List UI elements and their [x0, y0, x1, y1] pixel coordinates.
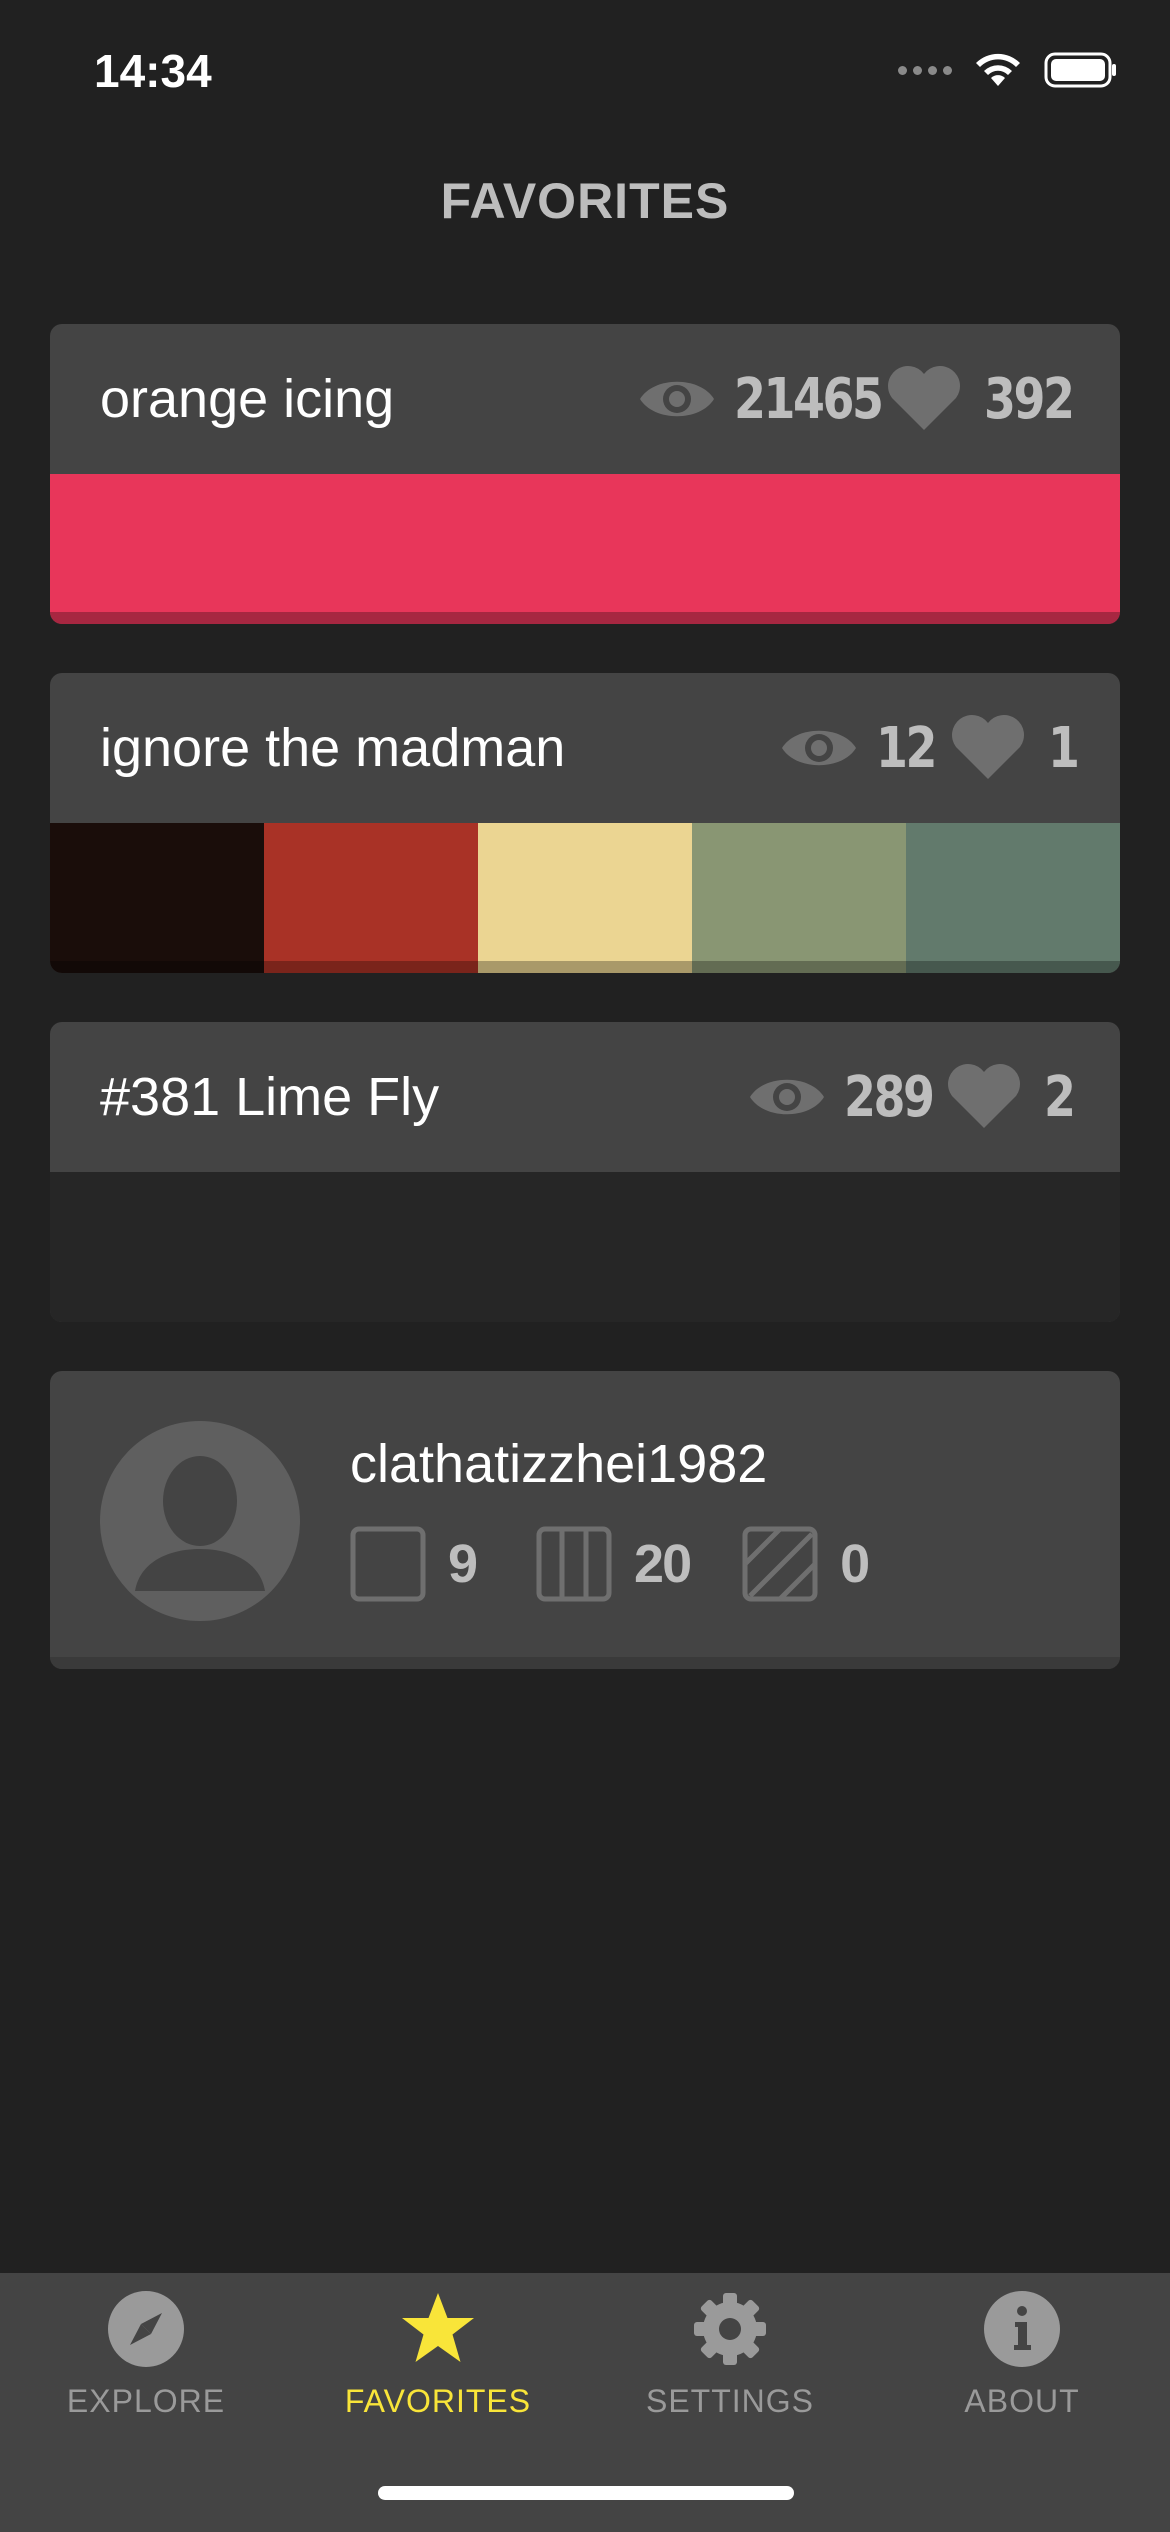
- tab-explore[interactable]: EXPLORE: [0, 2273, 292, 2473]
- gear-icon: [694, 2293, 766, 2365]
- palette-card-header: ignore the madman 12 1: [50, 673, 1120, 823]
- color-swatch: [906, 823, 1120, 973]
- color-swatch: [478, 823, 692, 973]
- colors-icon: [350, 1526, 426, 1602]
- username: clathatizzhei1982: [350, 1434, 768, 1494]
- eye-icon: [782, 730, 856, 766]
- color-swatch: [50, 823, 264, 973]
- view-count: 289: [844, 1064, 935, 1130]
- view-count: 21465: [734, 366, 884, 432]
- palette-stats: 289 2: [748, 1022, 1076, 1172]
- view-count: 12: [876, 715, 937, 781]
- tab-label: EXPLORE: [66, 2383, 226, 2419]
- tab-favorites[interactable]: FAVORITES: [292, 2273, 584, 2473]
- tab-settings[interactable]: SETTINGS: [584, 2273, 876, 2473]
- battery-icon: [1044, 52, 1116, 88]
- palette-stats: 21465 392: [638, 324, 1075, 474]
- palette-title: orange icing: [100, 369, 395, 429]
- color-swatch: [692, 823, 906, 973]
- status-bar: 14:34: [0, 0, 1170, 150]
- status-time: 14:34: [94, 45, 212, 97]
- star-icon: [402, 2293, 474, 2362]
- palette-swatches: [50, 823, 1120, 973]
- heart-icon: [952, 715, 1024, 779]
- avatar: [100, 1421, 300, 1621]
- heart-icon: [888, 366, 960, 430]
- like-count: 2: [1044, 1064, 1076, 1130]
- compass-icon: [108, 2291, 184, 2367]
- cellular-signal-icon: [898, 65, 952, 75]
- status-icons: [898, 52, 1118, 88]
- color-swatch: [50, 474, 1120, 624]
- palettes-icon: [536, 1526, 612, 1602]
- tab-about[interactable]: ABOUT: [876, 2273, 1168, 2473]
- colors-count: 9: [448, 1534, 478, 1594]
- patterns-icon: [742, 1526, 818, 1602]
- wifi-icon: [976, 53, 1020, 86]
- profile-card[interactable]: clathatizzhei1982 9 20 0: [50, 1371, 1120, 1669]
- heart-icon: [948, 1064, 1020, 1128]
- home-indicator[interactable]: [378, 2486, 794, 2500]
- info-icon: [984, 2291, 1060, 2367]
- eye-icon: [750, 1079, 824, 1115]
- like-count: 392: [984, 366, 1075, 432]
- palette-title: ignore the madman: [100, 718, 566, 778]
- tab-label: ABOUT: [964, 2383, 1080, 2419]
- tab-label: SETTINGS: [645, 2383, 814, 2419]
- eye-icon: [640, 381, 714, 417]
- patterns-count: 0: [840, 1534, 870, 1594]
- palette-swatches-empty: [50, 1172, 1120, 1322]
- palette-card-header: #381 Lime Fly 289 2: [50, 1022, 1120, 1172]
- profile-stats: 9 20 0: [350, 1526, 870, 1602]
- palette-stats: 12 1: [780, 673, 1080, 823]
- palette-card[interactable]: #381 Lime Fly 289 2: [50, 1022, 1120, 1322]
- like-count: 1: [1048, 715, 1080, 781]
- page-title: FAVORITES: [440, 173, 730, 229]
- palette-title: #381 Lime Fly: [100, 1067, 440, 1127]
- palette-card[interactable]: orange icing 21465 392: [50, 324, 1120, 624]
- palette-card-header: orange icing 21465 392: [50, 324, 1120, 474]
- palette-swatches: [50, 474, 1120, 624]
- palettes-count: 20: [634, 1534, 692, 1594]
- color-swatch: [264, 823, 478, 973]
- tab-label: FAVORITES: [344, 2383, 532, 2419]
- palette-card[interactable]: ignore the madman 12 1: [50, 673, 1120, 973]
- user-silhouette-icon: [135, 1456, 265, 1591]
